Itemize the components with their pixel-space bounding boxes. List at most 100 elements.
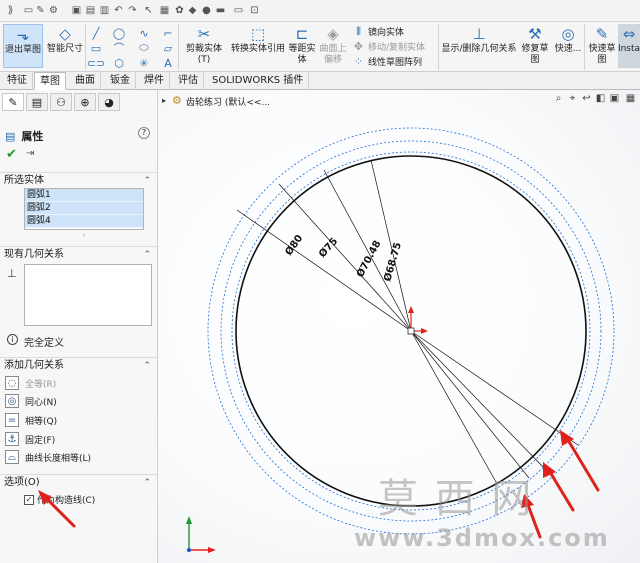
equal-icon: =	[5, 413, 19, 427]
dim-line-75-lower	[410, 330, 545, 469]
slot-icon[interactable]: ⊂⊃	[87, 56, 105, 70]
graphics-area[interactable]: ▸ ⚙ 齿轮练习 (默认<<... ⌕ ⌖ ↩ ◧ ▣ ▦ Ø80 Ø75 Ø7…	[158, 90, 640, 563]
add-relation-coradial[interactable]: ◌ 全等(R)	[5, 376, 56, 390]
help-button[interactable]: ?	[138, 127, 150, 139]
dimension-text-70-48[interactable]: Ø70.48	[354, 238, 383, 279]
list-item[interactable]: 圆弧2	[25, 202, 143, 215]
repair-sketch-button[interactable]: ⚒ 修复草 图	[520, 24, 550, 66]
collapse-icon: ⌃	[143, 361, 151, 371]
monitor-icon[interactable]: ▭	[232, 4, 245, 17]
ok-checkmark-button[interactable]: ✔	[6, 147, 17, 162]
callout-arrow-1	[566, 438, 600, 492]
point-icon[interactable]: ✳	[136, 56, 152, 70]
instant2d-button[interactable]: ⇔ Insta	[618, 24, 640, 68]
panel-title: 属性	[21, 130, 44, 143]
scene-icon[interactable]: ●	[200, 4, 213, 17]
tab-sheet-metal[interactable]: 钣金	[105, 72, 136, 90]
rapid-sketch-button[interactable]: ✎ 快速草 图	[588, 24, 616, 66]
polygon-icon[interactable]: ⬡	[111, 56, 127, 70]
list-item[interactable]: 圆弧1	[25, 189, 143, 202]
tab-surfaces[interactable]: 曲面	[70, 72, 101, 90]
quick-snaps-button[interactable]: ◎ 快速...	[554, 24, 582, 55]
exit-sketch-button[interactable]: ⬎ 退出草图	[3, 24, 43, 68]
dimension-text-68-75[interactable]: Ø68.75	[381, 241, 404, 283]
arc-icon[interactable]: ⌒	[111, 41, 127, 55]
tab-feature-tree[interactable]: ✎	[2, 93, 24, 111]
view-orient-icon[interactable]: ⊡	[248, 4, 261, 17]
file-properties-icon[interactable]: ▦	[158, 4, 171, 17]
add-relations-header: 添加几何关系	[4, 360, 64, 371]
plane-icon[interactable]: ▱	[160, 41, 176, 55]
select-icon[interactable]: ↖	[142, 4, 155, 17]
tab-weldments[interactable]: 焊件	[139, 72, 170, 90]
add-relations-section[interactable]: 添加几何关系 ⌃	[0, 357, 157, 373]
ellipse-icon[interactable]: ⬭	[136, 41, 152, 55]
save-icon[interactable]: ▤	[84, 4, 97, 17]
add-relation-equal-curve-length[interactable]: ⌓ 曲线长度相等(L)	[5, 450, 91, 464]
offset-on-surface-button[interactable]: ◈ 曲面上 偏移	[318, 24, 348, 66]
tab-sketch[interactable]: 草图	[34, 72, 66, 90]
linear-pattern-label: 线性草图阵列	[368, 58, 423, 68]
print-icon[interactable]: ▥	[98, 4, 111, 17]
spline-icon[interactable]: ∿	[136, 26, 152, 40]
undo-icon[interactable]: ↶	[112, 4, 125, 17]
relation-label: 相等(Q)	[25, 416, 58, 427]
instant2d-icon: ⇔	[622, 24, 636, 43]
collapse-icon: ⌃	[143, 478, 151, 488]
open-icon[interactable]: ▣	[70, 4, 83, 17]
circle-icon[interactable]: ◯	[111, 26, 127, 40]
callout-arrow-checkbox	[38, 490, 76, 528]
resize-handle[interactable]: ◦	[82, 232, 86, 240]
rebuild-icon[interactable]: ⚙	[47, 4, 60, 17]
tab-solidworks-addins[interactable]: SOLIDWORKS 插件	[207, 72, 310, 90]
convert-entities-button[interactable]: ⬚ 转换实体引用	[230, 24, 286, 55]
options-icon[interactable]: ✎	[34, 4, 47, 17]
tab-features[interactable]: 特征	[2, 72, 33, 90]
fillet-icon[interactable]: ⌐	[160, 26, 176, 40]
display-icon[interactable]: ▬	[214, 4, 227, 17]
rectangle-icon[interactable]: ▭	[88, 41, 104, 55]
display-delete-relations-button[interactable]: ⊥ 显示/删除几何关系	[440, 24, 518, 55]
trim-entities-label: 剪裁实体(T)	[185, 44, 222, 65]
tab-evaluate[interactable]: 评估	[173, 72, 204, 90]
dim-line-70-lower	[410, 330, 530, 479]
linear-pattern-button[interactable]: ⁘ 线性草图阵列	[352, 55, 422, 68]
properties-icon: ▤	[5, 129, 16, 143]
offset-on-surface-label: 曲面上 偏移	[319, 44, 347, 65]
tab-display-manager[interactable]: ◕	[98, 93, 120, 111]
add-relation-equal[interactable]: = 相等(Q)	[5, 413, 57, 427]
add-relation-fix[interactable]: ⚓ 固定(F)	[5, 432, 55, 446]
options-gear-icon[interactable]: ✿	[173, 4, 186, 17]
watermark-logo-text: 莫 西 网	[378, 476, 534, 522]
appearance-icon[interactable]: ◆	[186, 4, 199, 17]
tab-property-manager[interactable]: ▤	[26, 93, 48, 111]
perpendicular-relation-icon: ⊥	[7, 267, 17, 280]
add-relation-concentric[interactable]: ◎ 同心(N)	[5, 394, 57, 408]
smart-dimension-button[interactable]: ◇ 智能尺寸	[45, 24, 85, 55]
existing-relations-section[interactable]: 现有几何关系 ⌃	[0, 246, 157, 262]
tab-dimxpert[interactable]: ⊕	[74, 93, 96, 111]
quick-snaps-label: 快速...	[554, 44, 582, 54]
convert-entities-label: 转换实体引用	[230, 44, 285, 54]
exit-sketch-icon: ⬎	[16, 25, 30, 44]
redo-icon[interactable]: ↷	[126, 4, 139, 17]
offset-entities-button[interactable]: ⊏ 等距实 体	[288, 24, 316, 66]
pushpin-icon[interactable]: ⇥	[26, 148, 34, 159]
text-icon[interactable]: A	[160, 56, 176, 70]
smart-dimension-label: 智能尺寸	[46, 44, 83, 54]
selected-entities-section[interactable]: 所选实体 ⌃	[0, 172, 157, 188]
options-header: 选项(O)	[4, 477, 40, 488]
dimension-text-75[interactable]: Ø75	[316, 235, 340, 260]
line-icon[interactable]: ╱	[88, 26, 104, 40]
offset-entities-label: 等距实 体	[288, 44, 316, 65]
move-copy-button[interactable]: ✥ 移动/复制实体	[352, 40, 425, 53]
tab-config-manager[interactable]: ⚇	[50, 93, 72, 111]
dimension-text-80[interactable]: Ø80	[283, 232, 306, 257]
mirror-entities-button[interactable]: ⫴ 镜向实体	[352, 25, 404, 39]
list-item[interactable]: 圆弧4	[25, 215, 143, 228]
selected-entities-list[interactable]: 圆弧1 圆弧2 圆弧4	[24, 188, 144, 230]
existing-relations-list[interactable]	[24, 264, 152, 326]
solidworks-logo-icon: ⟫	[7, 5, 14, 16]
trim-entities-button[interactable]: ✂ 剪裁实体(T)	[180, 24, 228, 66]
relation-label: 曲线长度相等(L)	[25, 453, 92, 464]
